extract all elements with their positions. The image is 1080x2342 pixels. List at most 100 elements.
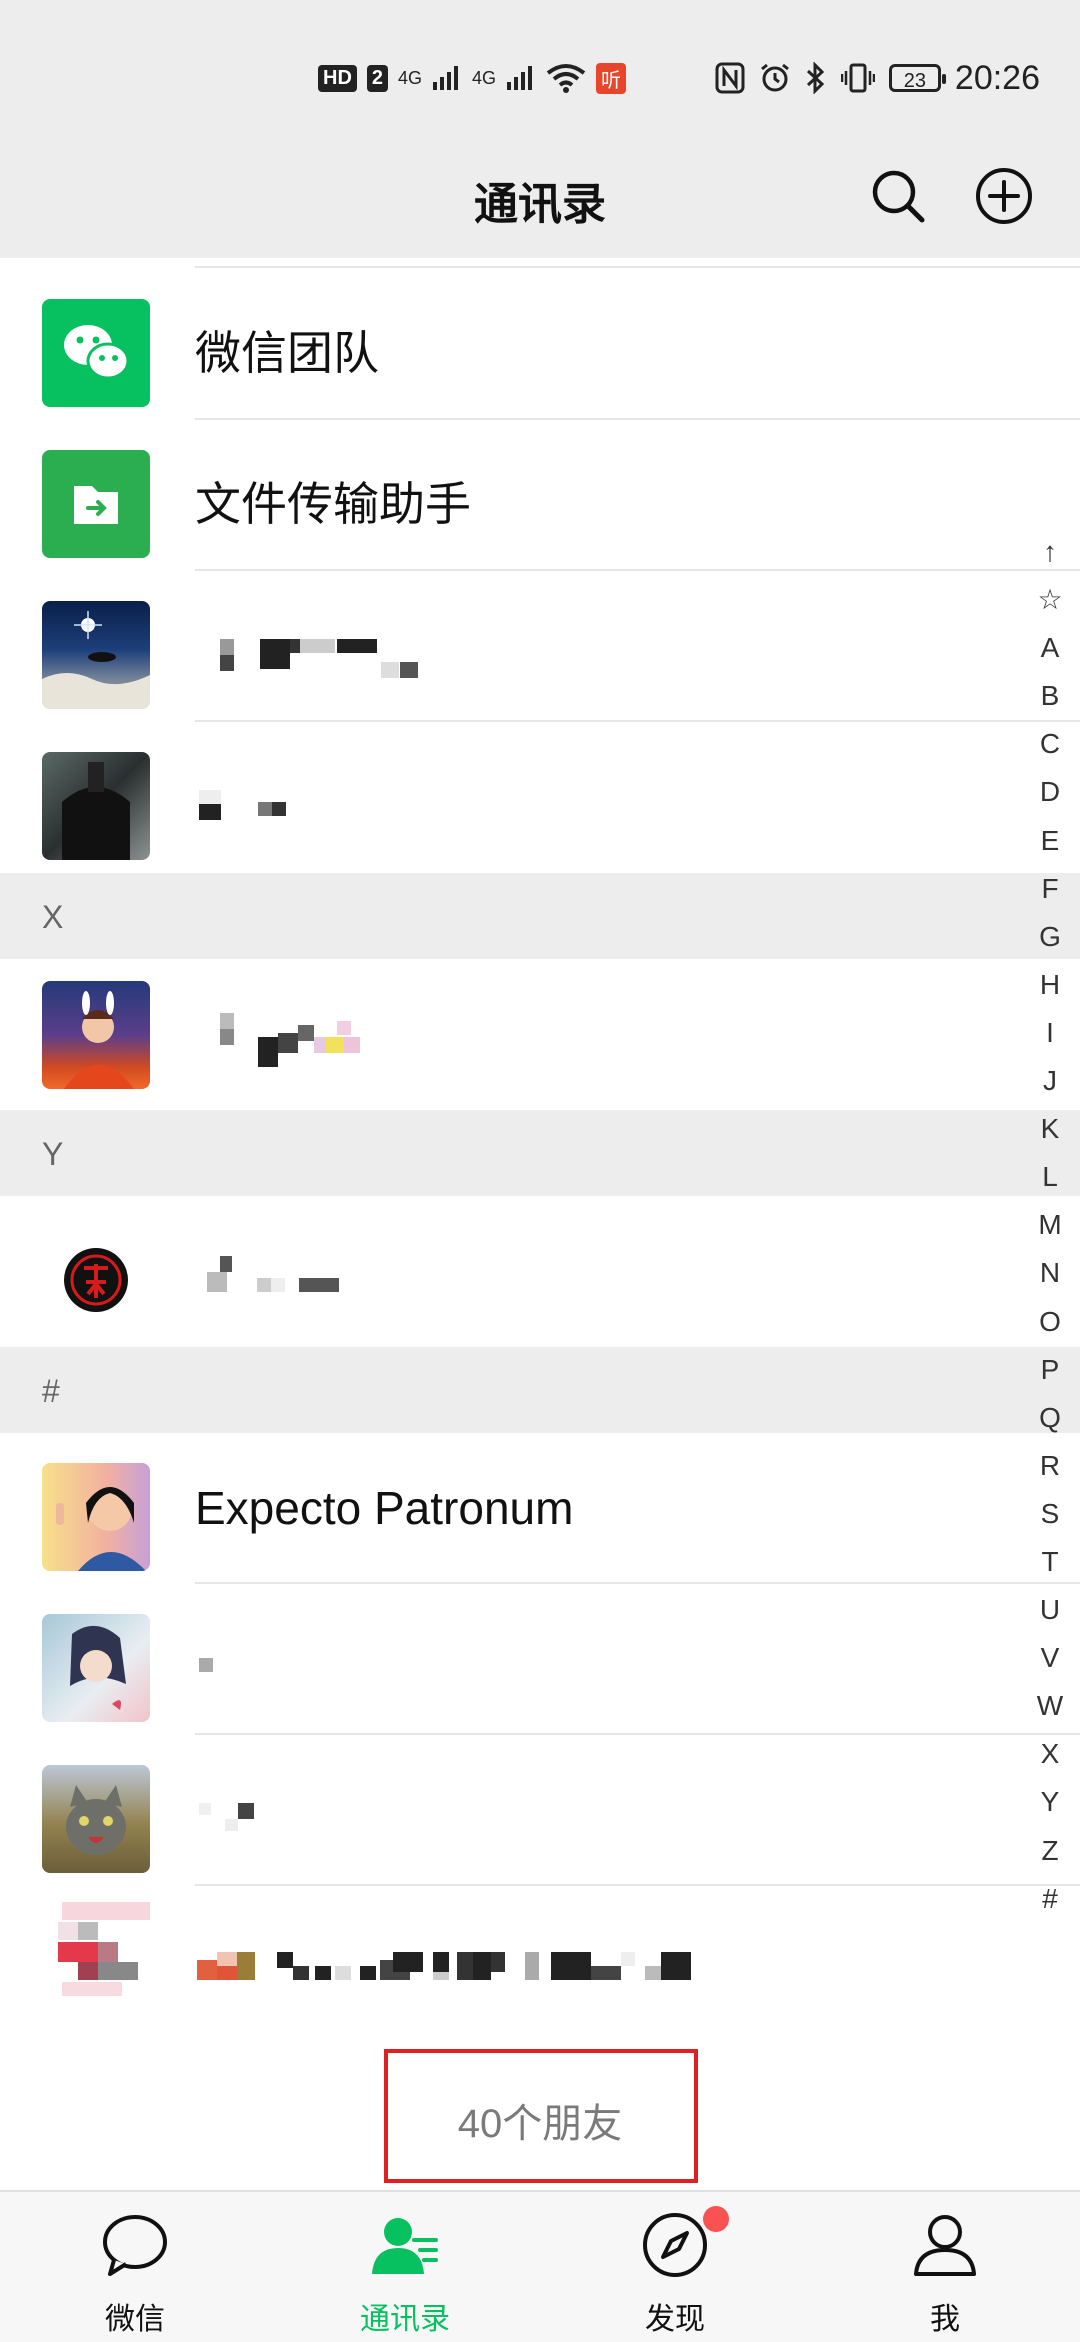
contact-name: Expecto Patronum: [195, 1482, 574, 1534]
avatar: [42, 1614, 150, 1722]
contact-row[interactable]: [0, 1584, 1080, 1735]
index-letter[interactable]: Q: [1030, 1394, 1070, 1442]
alphabet-index[interactable]: ↑ ☆ A B C D E F G H I J K L M N O P Q R S T U V W X Y Z #: [1030, 528, 1070, 1923]
signal-4g-label-1: 4G: [398, 67, 423, 88]
tab-label: 我: [930, 2303, 960, 2336]
avatar: [42, 1765, 150, 1873]
section-header-hash: #: [0, 1347, 1080, 1433]
contact-name: 文件传输助手: [195, 478, 471, 530]
index-letter[interactable]: J: [1030, 1057, 1070, 1105]
sim2-badge: 2: [366, 64, 389, 92]
status-right: 23 20:26: [715, 58, 1040, 98]
contact-row[interactable]: [0, 722, 1080, 873]
contact-name: 微信团队: [195, 327, 379, 379]
avatar: [42, 1900, 150, 2022]
listen-badge: 听: [596, 62, 627, 94]
pixelated-name: [195, 1952, 895, 1992]
index-letter[interactable]: M: [1030, 1201, 1070, 1249]
signal-icon: [507, 66, 533, 90]
tab-me[interactable]: 我: [810, 2192, 1080, 2342]
index-letter[interactable]: O: [1030, 1298, 1070, 1346]
file-transfer-icon: [42, 450, 150, 558]
contact-row[interactable]: [0, 1196, 1080, 1347]
index-letter[interactable]: X: [1030, 1730, 1070, 1778]
index-letter[interactable]: U: [1030, 1586, 1070, 1634]
contact-row-file-transfer[interactable]: 文件传输助手: [0, 420, 1080, 571]
avatar: [42, 981, 150, 1089]
pixelated-name: [195, 1793, 255, 1833]
section-header-x: X: [0, 873, 1080, 959]
wechat-team-icon: [42, 299, 150, 407]
plus-circle-icon: [976, 168, 1032, 224]
wifi-icon: [546, 64, 586, 93]
section-header-y: Y: [0, 1110, 1080, 1196]
notification-dot: [703, 2206, 729, 2232]
list-top-divider: [195, 266, 1080, 268]
avatar: [42, 1226, 150, 1334]
contact-row-wechat-team[interactable]: 微信团队: [0, 269, 1080, 420]
index-letter[interactable]: D: [1030, 768, 1070, 816]
contacts-icon: [372, 2218, 438, 2274]
status-left: HD 2 4G 4G 听: [318, 58, 627, 98]
index-letter[interactable]: E: [1030, 817, 1070, 865]
contact-row[interactable]: [0, 1735, 1080, 1886]
status-bar: HD 2 4G 4G 听 23 20:26: [0, 0, 1080, 140]
section-letter: Y: [42, 1136, 64, 1172]
index-letter[interactable]: G: [1030, 913, 1070, 961]
tab-contacts[interactable]: 通讯录: [270, 2192, 540, 2342]
index-letter[interactable]: N: [1030, 1249, 1070, 1297]
index-letter[interactable]: I: [1030, 1009, 1070, 1057]
index-letter[interactable]: F: [1030, 865, 1070, 913]
index-letter[interactable]: V: [1030, 1634, 1070, 1682]
index-letter[interactable]: ☆: [1030, 576, 1070, 624]
tab-label: 通讯录: [360, 2303, 450, 2336]
friend-count-footer: 40个朋友: [0, 2045, 1080, 2190]
bottom-tab-bar: 微信 通讯录 发现 我: [0, 2190, 1080, 2342]
vibrate-icon: [840, 63, 875, 93]
friend-count-text: 40个朋友: [457, 2102, 623, 2146]
index-letter[interactable]: #: [1030, 1875, 1070, 1923]
person-icon: [914, 2215, 976, 2276]
tab-label: 微信: [105, 2303, 165, 2336]
avatar: [42, 1463, 150, 1571]
signal-icon: [433, 66, 459, 90]
index-letter[interactable]: R: [1030, 1442, 1070, 1490]
index-letter[interactable]: ↑: [1030, 528, 1070, 576]
section-letter: X: [42, 899, 64, 935]
signal-4g-label-2: 4G: [472, 67, 497, 88]
index-letter[interactable]: Y: [1030, 1778, 1070, 1826]
search-icon: [872, 170, 925, 223]
tab-label: 发现: [645, 2303, 705, 2336]
index-letter[interactable]: K: [1030, 1105, 1070, 1153]
pixelated-name: [195, 1642, 235, 1682]
contact-row[interactable]: [0, 959, 1080, 1110]
contact-row[interactable]: [0, 571, 1080, 722]
alarm-icon: [760, 63, 789, 92]
index-letter[interactable]: H: [1030, 961, 1070, 1009]
status-time: 20:26: [954, 58, 1040, 97]
contact-row-expecto-patronum[interactable]: Expecto Patronum: [0, 1433, 1080, 1584]
bluetooth-icon: [806, 62, 825, 94]
index-letter[interactable]: Z: [1030, 1827, 1070, 1875]
index-letter[interactable]: S: [1030, 1490, 1070, 1538]
avatar: [42, 752, 150, 860]
index-letter[interactable]: W: [1030, 1682, 1070, 1730]
app-header: 通讯录: [0, 140, 1080, 258]
chat-bubble-icon: [103, 2215, 167, 2276]
search-button[interactable]: [866, 164, 930, 228]
pixelated-name: [195, 629, 455, 678]
tab-discover[interactable]: 发现: [540, 2192, 810, 2342]
pixelated-name: [195, 780, 315, 820]
index-letter[interactable]: B: [1030, 672, 1070, 720]
pixelated-name: [195, 1254, 345, 1294]
avatar: [42, 601, 150, 709]
index-letter[interactable]: C: [1030, 720, 1070, 768]
index-letter[interactable]: T: [1030, 1538, 1070, 1586]
section-letter: #: [42, 1373, 60, 1409]
index-letter[interactable]: L: [1030, 1153, 1070, 1201]
add-button[interactable]: [972, 164, 1036, 228]
index-letter[interactable]: P: [1030, 1346, 1070, 1394]
index-letter[interactable]: A: [1030, 624, 1070, 672]
contact-row[interactable]: [0, 1886, 1080, 2037]
tab-chats[interactable]: 微信: [0, 2192, 270, 2342]
